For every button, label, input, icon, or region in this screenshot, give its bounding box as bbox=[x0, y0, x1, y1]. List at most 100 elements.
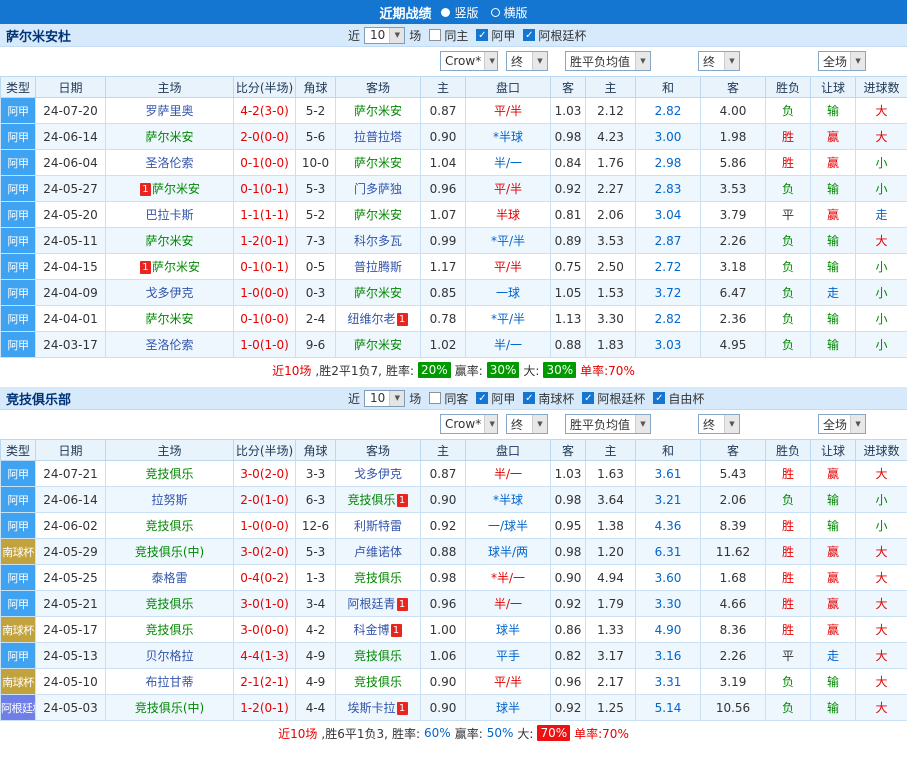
team-name[interactable]: 萨尔米安 bbox=[354, 208, 402, 222]
summary-big-label: 大: bbox=[517, 725, 533, 742]
result-cell: 胜 bbox=[766, 461, 811, 487]
team-name[interactable]: 阿根廷青 bbox=[347, 597, 395, 611]
team-name[interactable]: 竞技俱乐(中) bbox=[135, 701, 204, 715]
team-name[interactable]: 竞技俱乐 bbox=[354, 675, 402, 689]
team-name[interactable]: 拉努斯 bbox=[151, 493, 187, 507]
result-cell: 负 bbox=[766, 228, 811, 254]
match-row: 阿甲24-05-25泰格雷0-4(0-2)1-3竞技俱乐0.98*半/一0.90… bbox=[1, 565, 907, 591]
corner-score: 5-2 bbox=[296, 202, 336, 228]
team-name[interactable]: 泰格雷 bbox=[151, 571, 187, 585]
odds-stage-select[interactable]: 终▼ bbox=[506, 414, 548, 434]
euro-away-odds: 3.19 bbox=[701, 669, 766, 695]
odds-company-select[interactable]: Crow*▼ bbox=[440, 414, 498, 434]
team-name[interactable]: 竞技俱乐 bbox=[145, 467, 193, 481]
team-name[interactable]: 贝尔格拉 bbox=[145, 649, 193, 663]
team-name[interactable]: 卢维诺体 bbox=[354, 545, 402, 559]
match-date: 24-04-09 bbox=[36, 280, 106, 306]
team-name[interactable]: 竞技俱乐(中) bbox=[135, 545, 204, 559]
team-name[interactable]: 普拉腾斯 bbox=[354, 260, 402, 274]
team-name[interactable]: 竞技俱乐 bbox=[145, 597, 193, 611]
league-type-cell: 南球杯 bbox=[1, 617, 36, 643]
filter-checkbox-item[interactable]: ✓南球杯 bbox=[523, 390, 574, 407]
team-name[interactable]: 萨尔米安 bbox=[152, 182, 200, 196]
team-name[interactable]: 萨尔米安 bbox=[354, 156, 402, 170]
match-count-select[interactable]: 10▼ bbox=[364, 390, 405, 407]
avg-odds-stage-select[interactable]: 终▼ bbox=[698, 414, 740, 434]
match-count-select[interactable]: 10▼ bbox=[364, 27, 405, 44]
odds-stage-select[interactable]: 终▼ bbox=[506, 51, 548, 71]
filter-checkbox-item[interactable]: ✓阿根廷杯 bbox=[523, 27, 586, 44]
handicap-result-cell: 输 bbox=[811, 228, 856, 254]
euro-home-odds: 2.50 bbox=[586, 254, 636, 280]
team-name[interactable]: 巴拉卡斯 bbox=[145, 208, 193, 222]
asia-handicap: 半/一 bbox=[466, 461, 551, 487]
column-header: 胜负 bbox=[766, 440, 811, 461]
team-name[interactable]: 利斯特雷 bbox=[354, 519, 402, 533]
team-name[interactable]: 罗萨里奥 bbox=[145, 104, 193, 118]
team-name[interactable]: 埃斯卡拉 bbox=[347, 701, 395, 715]
layout-radio-option[interactable]: 竖版 bbox=[441, 4, 478, 21]
team-name[interactable]: 戈多伊克 bbox=[354, 467, 402, 481]
team-name[interactable]: 圣洛伦索 bbox=[145, 338, 193, 352]
team-name[interactable]: 拉普拉塔 bbox=[354, 130, 402, 144]
score: 3-0(0-0) bbox=[234, 617, 296, 643]
filter-checkbox-item[interactable]: 同客 bbox=[429, 390, 468, 407]
filter-checkbox-item[interactable]: ✓阿甲 bbox=[476, 390, 515, 407]
match-period-select[interactable]: 全场▼ bbox=[818, 414, 866, 434]
euro-home-odds: 2.12 bbox=[586, 98, 636, 124]
team-name[interactable]: 科金博 bbox=[353, 623, 389, 637]
team-name[interactable]: 竞技俱乐 bbox=[354, 649, 402, 663]
team-name[interactable]: 竞技俱乐 bbox=[347, 493, 395, 507]
team-name[interactable]: 竞技俱乐 bbox=[145, 519, 193, 533]
team-name[interactable]: 戈多伊克 bbox=[145, 286, 193, 300]
odds-company-select[interactable]: Crow*▼ bbox=[440, 51, 498, 71]
team-name[interactable]: 萨尔米安 bbox=[152, 260, 200, 274]
euro-home-odds: 1.76 bbox=[586, 150, 636, 176]
away-team-cell: 萨尔米安 bbox=[336, 150, 421, 176]
filter-checkbox-item[interactable]: ✓阿根廷杯 bbox=[582, 390, 645, 407]
team-name[interactable]: 萨尔米安 bbox=[145, 234, 193, 248]
team-name[interactable]: 萨尔米安 bbox=[354, 338, 402, 352]
team-name[interactable]: 纽维尔老 bbox=[347, 312, 395, 326]
layout-radio-option[interactable]: 横版 bbox=[491, 4, 528, 21]
table-header-row: 类型日期主场比分(半场)角球客场主盘口客主和客胜负让球进球数 bbox=[1, 77, 907, 98]
match-period-select[interactable]: 全场▼ bbox=[818, 51, 866, 71]
asia-home-odds: 0.78 bbox=[421, 306, 466, 332]
team-name[interactable]: 竞技俱乐 bbox=[354, 571, 402, 585]
filter-checkbox-item[interactable]: 同主 bbox=[429, 27, 468, 44]
team-name[interactable]: 萨尔米安 bbox=[354, 104, 402, 118]
asia-handicap: 半/一 bbox=[466, 332, 551, 358]
avg-odds-select[interactable]: 胜平负均值▼ bbox=[565, 414, 651, 434]
away-team-cell: 竞技俱乐 bbox=[336, 565, 421, 591]
asia-handicap: 一球 bbox=[466, 280, 551, 306]
asia-home-odds: 1.06 bbox=[421, 643, 466, 669]
team-name[interactable]: 科尔多瓦 bbox=[354, 234, 402, 248]
avg-odds-select[interactable]: 胜平负均值▼ bbox=[565, 51, 651, 71]
team-name[interactable]: 圣洛伦索 bbox=[145, 156, 193, 170]
team-name[interactable]: 萨尔米安 bbox=[145, 130, 193, 144]
chevron-down-icon: ▼ bbox=[724, 415, 739, 433]
asia-handicap: 半球 bbox=[466, 202, 551, 228]
avg-odds-stage-select[interactable]: 终▼ bbox=[698, 51, 740, 71]
team-name[interactable]: 竞技俱乐 bbox=[145, 623, 193, 637]
euro-draw-odds: 3.04 bbox=[636, 202, 701, 228]
goals-result-cell: 小 bbox=[856, 487, 907, 513]
filter-checkbox-item[interactable]: ✓阿甲 bbox=[476, 27, 515, 44]
score: 1-0(1-0) bbox=[234, 332, 296, 358]
league-type-cell: 阿甲 bbox=[1, 176, 36, 202]
team-name[interactable]: 布拉甘蒂 bbox=[145, 675, 193, 689]
results-table: 类型日期主场比分(半场)角球客场主盘口客主和客胜负让球进球数 阿甲24-07-2… bbox=[0, 439, 907, 721]
checkbox-icon: ✓ bbox=[476, 392, 488, 404]
euro-draw-odds: 2.87 bbox=[636, 228, 701, 254]
team-name[interactable]: 萨尔米安 bbox=[354, 286, 402, 300]
filter-checkbox-item[interactable]: ✓自由杯 bbox=[653, 390, 704, 407]
chevron-down-icon: ▼ bbox=[850, 415, 865, 433]
asia-away-odds: 0.95 bbox=[551, 513, 586, 539]
team-name[interactable]: 门多萨独 bbox=[354, 182, 402, 196]
asia-away-odds: 0.96 bbox=[551, 669, 586, 695]
euro-home-odds: 3.17 bbox=[586, 643, 636, 669]
dropdown-label: 终 bbox=[511, 416, 523, 433]
result-cell: 负 bbox=[766, 487, 811, 513]
page-title: 近期战绩 bbox=[379, 3, 431, 22]
team-name[interactable]: 萨尔米安 bbox=[145, 312, 193, 326]
